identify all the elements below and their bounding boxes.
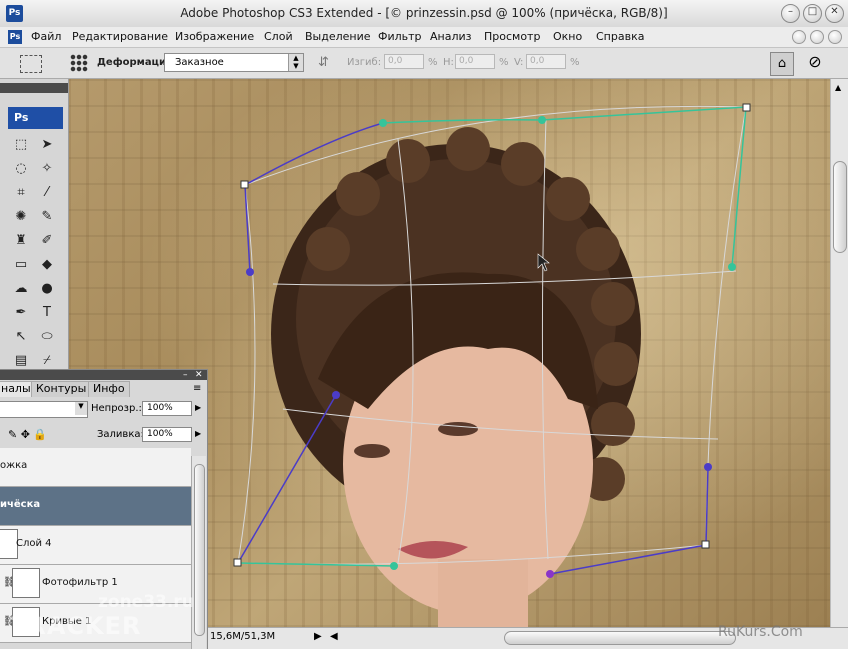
blend-mode-select[interactable]: ▼ xyxy=(0,401,88,418)
fill-label: Заливка: xyxy=(97,429,144,440)
watermark-text: TRACKER xyxy=(10,612,142,640)
status-menu-arrow-icon[interactable]: ▶ xyxy=(314,631,322,642)
watermark-text: RuKurs.Com xyxy=(718,624,803,640)
opacity-arrow-icon[interactable]: ▶ xyxy=(195,403,201,412)
options-bar: Деформация: Заказное ▲ ▼ ⇵ Изгиб: 0,0 % H… xyxy=(0,48,848,79)
menu-help[interactable]: Справка xyxy=(596,30,644,43)
notes-tool-icon[interactable]: ▤ xyxy=(12,352,30,370)
magic-wand-tool-icon[interactable]: ✧ xyxy=(38,160,56,178)
clone-stamp-icon[interactable]: ♜ xyxy=(12,232,30,250)
cancel-transform-icon[interactable]: ⊘ xyxy=(806,53,824,71)
scroll-left-icon[interactable]: ◀ xyxy=(330,631,338,642)
panel-menu-icon[interactable]: ≡ xyxy=(193,383,201,394)
layer-name: ичёска xyxy=(0,499,41,510)
slice-tool-icon[interactable]: ⁄ xyxy=(38,184,56,202)
menu-select[interactable]: Выделение xyxy=(305,30,371,43)
lasso-tool-icon[interactable]: ◌ xyxy=(12,160,30,178)
menu-analysis[interactable]: Анализ xyxy=(430,30,472,43)
fill-field[interactable]: 100% xyxy=(142,427,192,442)
ellipse-tool-icon[interactable]: ⬭ xyxy=(38,328,56,346)
layer-mask-thumbnail xyxy=(12,568,40,598)
toolbox-panel: Ps ⬚ ➤ ◌ ✧ ⌗ ⁄ ✺ ✎ ♜ ✐ ▭ ◆ ☁ ● ✒ T ↖ ⬭ ▤… xyxy=(0,79,69,369)
switch-mode-icon[interactable]: ⌂ xyxy=(770,52,794,76)
paint-bucket-icon[interactable]: ◆ xyxy=(38,256,56,274)
doc-restore-button[interactable] xyxy=(810,30,824,44)
eyedropper-tool-icon[interactable]: ⌿ xyxy=(38,352,56,370)
doc-minimize-button[interactable] xyxy=(792,30,806,44)
dodge-tool-icon[interactable]: ● xyxy=(38,280,56,298)
menu-edit[interactable]: Редактирование xyxy=(72,30,168,43)
tool-preset-icon[interactable] xyxy=(20,55,42,73)
document-menu-icon[interactable]: Ps xyxy=(8,30,22,44)
menu-bar: Ps Файл Редактирование Изображение Слой … xyxy=(0,27,848,48)
v-distortion-field[interactable]: 0,0 xyxy=(526,54,566,69)
tab-paths[interactable]: Контуры xyxy=(31,381,92,397)
path-selection-icon[interactable]: ↖ xyxy=(12,328,30,346)
minimize-button[interactable]: – xyxy=(781,4,800,23)
v-label: V: xyxy=(514,57,524,68)
layer-name: Фотофильтр 1 xyxy=(42,577,118,588)
opacity-label: Непрозр.: xyxy=(91,403,142,414)
menu-file[interactable]: Файл xyxy=(31,30,61,43)
bend-unit: % xyxy=(428,57,438,68)
horizontal-scroll-thumb[interactable] xyxy=(504,631,736,645)
chevron-updown-icon: ▲ ▼ xyxy=(288,54,303,71)
type-tool-icon[interactable]: T xyxy=(38,304,56,322)
tab-info[interactable]: Инфо xyxy=(88,381,130,397)
close-button[interactable]: ✕ xyxy=(825,4,844,23)
v-unit: % xyxy=(570,57,580,68)
crop-tool-icon[interactable]: ⌗ xyxy=(12,184,30,202)
scroll-up-icon[interactable]: ▲ xyxy=(835,83,841,92)
vertical-scrollbar[interactable]: ▲ xyxy=(830,79,848,627)
doc-close-button[interactable] xyxy=(828,30,842,44)
warp-style-value: Заказное xyxy=(175,57,224,68)
eraser-tool-icon[interactable]: ▭ xyxy=(12,256,30,274)
brush-tool-icon[interactable]: ✎ xyxy=(38,208,56,226)
fill-arrow-icon[interactable]: ▶ xyxy=(195,429,201,438)
chevron-updown-icon: ▼ xyxy=(75,402,87,415)
menu-filter[interactable]: Фильтр xyxy=(378,30,422,43)
layer-row[interactable]: Слой 4 xyxy=(0,526,191,565)
window-title: Adobe Photoshop CS3 Extended - [© prinze… xyxy=(180,6,668,20)
title-bar: Ps Adobe Photoshop CS3 Extended - [© pri… xyxy=(0,0,848,28)
h-distortion-field[interactable]: 0,0 xyxy=(455,54,495,69)
panel-header[interactable] xyxy=(0,370,207,380)
layers-scroll-thumb[interactable] xyxy=(194,464,205,636)
layers-scrollbar[interactable] xyxy=(191,456,206,649)
grid-reference-icon[interactable] xyxy=(70,54,88,72)
h-label: H: xyxy=(443,57,454,68)
marquee-tool-icon[interactable]: ⬚ xyxy=(12,136,30,154)
maximize-button[interactable]: □ xyxy=(803,4,822,23)
warp-orientation-icon[interactable]: ⇵ xyxy=(318,55,329,70)
pen-tool-icon[interactable]: ✒ xyxy=(12,304,30,322)
layer-name: Слой 4 xyxy=(16,538,52,549)
watermark-text: zone33.ru xyxy=(98,592,194,612)
opacity-field[interactable]: 100% xyxy=(142,401,192,416)
blur-tool-icon[interactable]: ☁ xyxy=(12,280,30,298)
photoshop-logo[interactable]: Ps xyxy=(8,107,63,129)
menu-view[interactable]: Просмотр xyxy=(484,30,540,43)
warp-style-select[interactable]: Заказное ▲ ▼ xyxy=(164,53,304,72)
h-unit: % xyxy=(499,57,509,68)
toolbox-header[interactable] xyxy=(0,83,68,93)
move-tool-icon[interactable]: ➤ xyxy=(38,136,56,154)
healing-brush-icon[interactable]: ✺ xyxy=(12,208,30,226)
vertical-scroll-thumb[interactable] xyxy=(833,161,847,253)
layer-row-selected[interactable]: ичёска xyxy=(0,487,191,526)
panel-minimize-icon[interactable]: – xyxy=(183,370,188,380)
layer-name: ожка xyxy=(0,460,28,471)
panel-close-icon[interactable]: ✕ xyxy=(195,370,203,380)
layer-row[interactable]: ожка xyxy=(0,448,191,487)
history-brush-icon[interactable]: ✐ xyxy=(38,232,56,250)
bend-label: Изгиб: xyxy=(347,57,382,68)
fill-value: 100% xyxy=(147,429,173,439)
lock-icons[interactable]: ✎ ✥ 🔒 xyxy=(8,428,47,441)
opacity-value: 100% xyxy=(147,403,173,413)
menu-image[interactable]: Изображение xyxy=(175,30,254,43)
menu-layer[interactable]: Слой xyxy=(264,30,293,43)
document-size: 15,6M/51,3M xyxy=(210,631,276,642)
bend-field[interactable]: 0,0 xyxy=(384,54,424,69)
menu-window[interactable]: Окно xyxy=(553,30,582,43)
